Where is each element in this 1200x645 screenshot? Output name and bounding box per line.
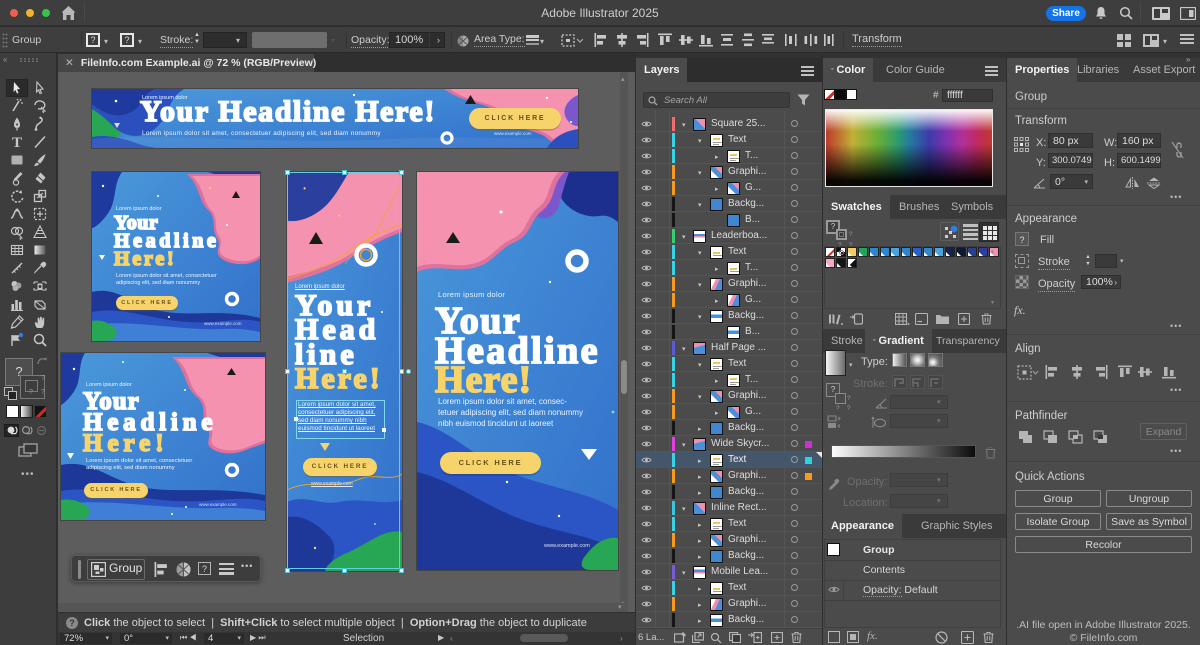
svg-text:T: T (12, 135, 22, 150)
